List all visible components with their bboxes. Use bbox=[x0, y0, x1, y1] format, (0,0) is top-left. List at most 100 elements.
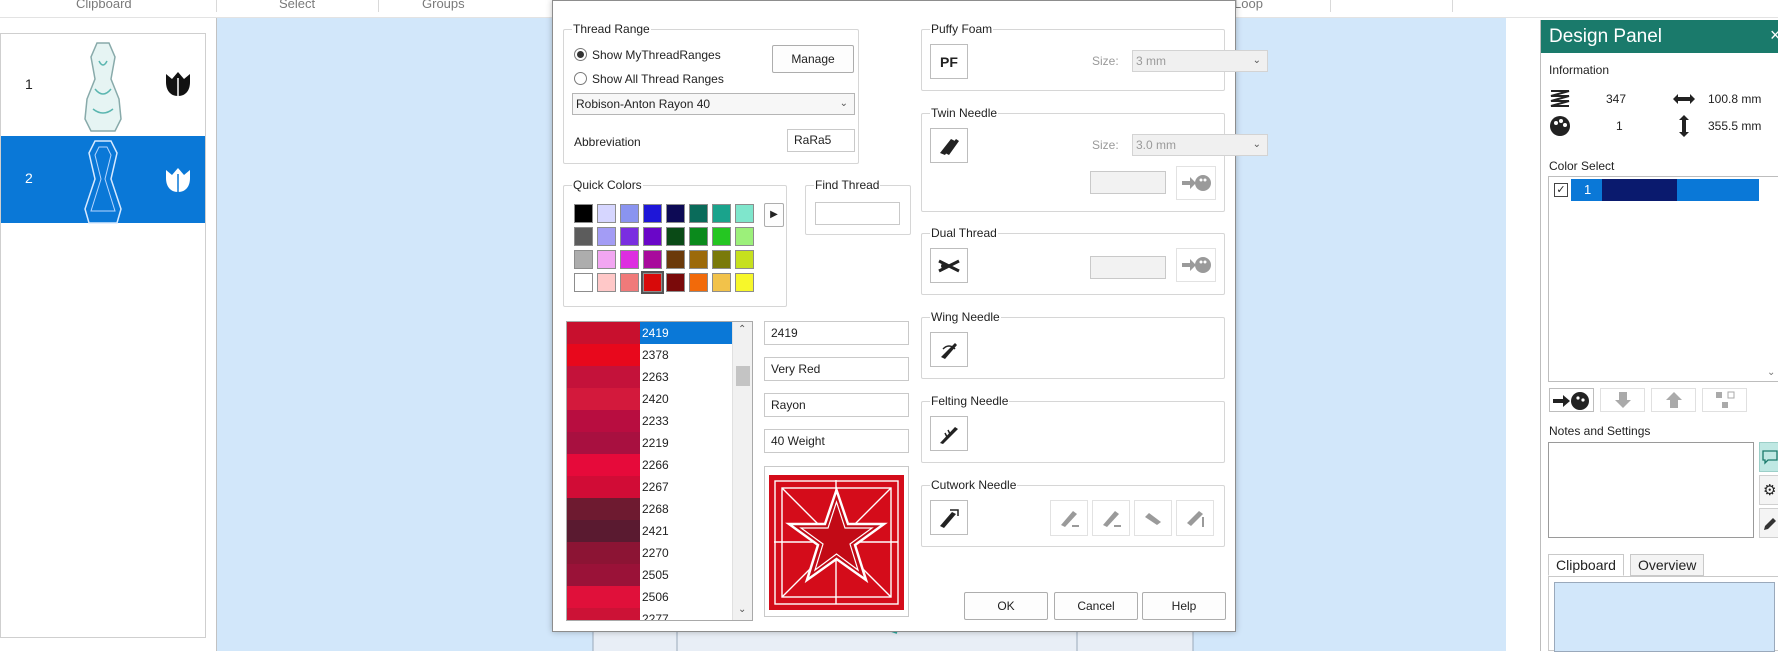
dual-thread-color-well[interactable] bbox=[1090, 256, 1166, 279]
edit-tab[interactable] bbox=[1759, 508, 1778, 538]
quick-color-swatch[interactable] bbox=[574, 273, 593, 292]
twin-needle-color-well[interactable] bbox=[1090, 171, 1166, 194]
abbreviation-field[interactable]: RaRa5 bbox=[787, 129, 855, 152]
design-thumbnail-2[interactable]: 2 bbox=[1, 136, 205, 224]
quick-color-swatch[interactable] bbox=[620, 250, 639, 269]
thread-list-item[interactable]: 2277 bbox=[567, 608, 732, 620]
thread-list-item[interactable]: 2270 bbox=[567, 542, 732, 564]
quick-color-swatch[interactable] bbox=[666, 227, 685, 246]
thread-list-item[interactable]: 2378 bbox=[567, 344, 732, 366]
scroll-up-icon[interactable]: ⌃ bbox=[738, 324, 746, 335]
scrollbar-thumb[interactable] bbox=[736, 366, 750, 386]
design-thumbnail-1[interactable]: 1 bbox=[1, 36, 205, 135]
quick-color-swatch[interactable] bbox=[666, 273, 685, 292]
felting-needle-button[interactable] bbox=[930, 416, 968, 451]
merge-colors-button[interactable] bbox=[1702, 388, 1747, 412]
settings-tab[interactable]: ⚙ bbox=[1759, 475, 1778, 505]
apply-color-button[interactable] bbox=[1549, 388, 1594, 412]
color-select-list[interactable]: ✓ 1 ⌄ bbox=[1548, 176, 1778, 382]
quick-color-swatch[interactable] bbox=[689, 204, 708, 223]
quick-color-swatch[interactable] bbox=[597, 227, 616, 246]
thread-list-item[interactable]: 2506 bbox=[567, 586, 732, 608]
quick-color-swatch[interactable] bbox=[574, 227, 593, 246]
tab-overview[interactable]: Overview bbox=[1630, 554, 1705, 576]
notes-textarea[interactable] bbox=[1548, 442, 1754, 538]
dual-thread-color-button[interactable] bbox=[1176, 248, 1216, 282]
ribbon-groups-label[interactable]: Groups bbox=[422, 0, 465, 11]
puffy-foam-size-dropdown[interactable]: 3 mm ⌄ bbox=[1132, 50, 1268, 72]
wing-needle-button[interactable] bbox=[930, 332, 968, 367]
quick-color-swatch[interactable] bbox=[666, 250, 685, 269]
show-my-thread-ranges-radio[interactable] bbox=[574, 48, 587, 61]
notes-tab[interactable] bbox=[1759, 442, 1778, 472]
help-button[interactable]: Help bbox=[1142, 592, 1226, 620]
thread-list-item[interactable]: 2263 bbox=[567, 366, 732, 388]
quick-color-swatch[interactable] bbox=[597, 250, 616, 269]
quick-color-swatch[interactable] bbox=[620, 227, 639, 246]
quick-color-swatch[interactable] bbox=[597, 204, 616, 223]
thread-list-item[interactable]: 2266 bbox=[567, 454, 732, 476]
quick-color-swatch[interactable] bbox=[643, 204, 662, 223]
thread-name-field[interactable]: Very Red bbox=[764, 357, 909, 381]
color-item-checkbox[interactable]: ✓ bbox=[1554, 183, 1568, 197]
close-icon[interactable]: × bbox=[1770, 25, 1778, 46]
quick-color-swatch[interactable] bbox=[689, 250, 708, 269]
move-down-button[interactable] bbox=[1600, 388, 1645, 412]
manage-button[interactable]: Manage bbox=[772, 45, 854, 73]
twin-needle-button[interactable] bbox=[930, 128, 968, 163]
cutwork-needle-2-button[interactable] bbox=[1092, 500, 1130, 536]
ok-button[interactable]: OK bbox=[964, 592, 1048, 620]
twin-needle-size-dropdown[interactable]: 3.0 mm ⌄ bbox=[1132, 134, 1268, 156]
thread-list-item[interactable]: 2419 bbox=[567, 322, 732, 344]
thread-list-item[interactable]: 2268 bbox=[567, 498, 732, 520]
quick-color-swatch[interactable] bbox=[712, 250, 731, 269]
quick-color-swatch[interactable] bbox=[574, 204, 593, 223]
thread-list-item[interactable]: 2505 bbox=[567, 564, 732, 586]
tab-clipboard[interactable]: Clipboard bbox=[1548, 554, 1624, 576]
find-thread-input[interactable] bbox=[815, 202, 900, 225]
quick-color-swatch[interactable] bbox=[574, 250, 593, 269]
dual-thread-button[interactable] bbox=[930, 248, 968, 283]
ribbon-loop-label[interactable]: Loop bbox=[1234, 0, 1263, 11]
quick-color-swatch[interactable] bbox=[689, 227, 708, 246]
scroll-down-icon[interactable]: ⌄ bbox=[738, 604, 746, 615]
thread-type-field[interactable]: Rayon bbox=[764, 393, 909, 417]
quick-color-swatch[interactable] bbox=[620, 273, 639, 292]
thread-list[interactable]: 2419 2378 2263 2420 2233 2219 2266 2267 2268 2421… bbox=[566, 321, 753, 621]
puffy-foam-button[interactable]: PF bbox=[930, 44, 968, 79]
quick-color-swatch[interactable] bbox=[643, 250, 662, 269]
cutwork-needle-button[interactable] bbox=[930, 500, 968, 535]
scroll-down-icon[interactable]: ⌄ bbox=[1767, 367, 1775, 378]
show-all-thread-ranges-label[interactable]: Show All Thread Ranges bbox=[592, 72, 724, 86]
quick-color-swatch[interactable] bbox=[712, 273, 731, 292]
cutwork-needle-1-button[interactable] bbox=[1050, 500, 1088, 536]
thread-list-item[interactable]: 2420 bbox=[567, 388, 732, 410]
cancel-button[interactable]: Cancel bbox=[1054, 592, 1138, 620]
ribbon-select-label[interactable]: Select bbox=[279, 0, 315, 11]
thread-list-scrollbar[interactable]: ⌃ ⌄ bbox=[732, 322, 752, 620]
thread-code-field[interactable]: 2419 bbox=[764, 321, 909, 345]
quick-color-swatch[interactable] bbox=[666, 204, 685, 223]
quick-color-swatch[interactable] bbox=[641, 271, 664, 294]
quick-color-swatch[interactable] bbox=[620, 204, 639, 223]
quick-color-swatch[interactable] bbox=[597, 273, 616, 292]
thread-list-item[interactable]: 2421 bbox=[567, 520, 732, 542]
thread-list-item[interactable]: 2233 bbox=[567, 410, 732, 432]
cutwork-needle-4-button[interactable] bbox=[1176, 500, 1214, 536]
thread-list-item[interactable]: 2267 bbox=[567, 476, 732, 498]
quick-color-swatch[interactable] bbox=[735, 204, 754, 223]
quick-color-swatch[interactable] bbox=[712, 227, 731, 246]
quick-color-swatch[interactable] bbox=[735, 273, 754, 292]
quick-color-swatch[interactable] bbox=[712, 204, 731, 223]
move-up-button[interactable] bbox=[1651, 388, 1696, 412]
quick-color-swatch[interactable] bbox=[643, 227, 662, 246]
twin-needle-color-button[interactable] bbox=[1176, 166, 1216, 200]
quick-color-swatch[interactable] bbox=[689, 273, 708, 292]
thread-list-item[interactable]: 2219 bbox=[567, 432, 732, 454]
quick-color-swatch[interactable] bbox=[735, 250, 754, 269]
quick-colors-more-button[interactable]: ▶ bbox=[764, 203, 784, 227]
thread-range-dropdown[interactable]: Robison-Anton Rayon 40 ⌄ bbox=[572, 93, 855, 115]
show-all-thread-ranges-radio[interactable] bbox=[574, 72, 587, 85]
thread-weight-field[interactable]: 40 Weight bbox=[764, 429, 909, 453]
quick-color-swatch[interactable] bbox=[735, 227, 754, 246]
